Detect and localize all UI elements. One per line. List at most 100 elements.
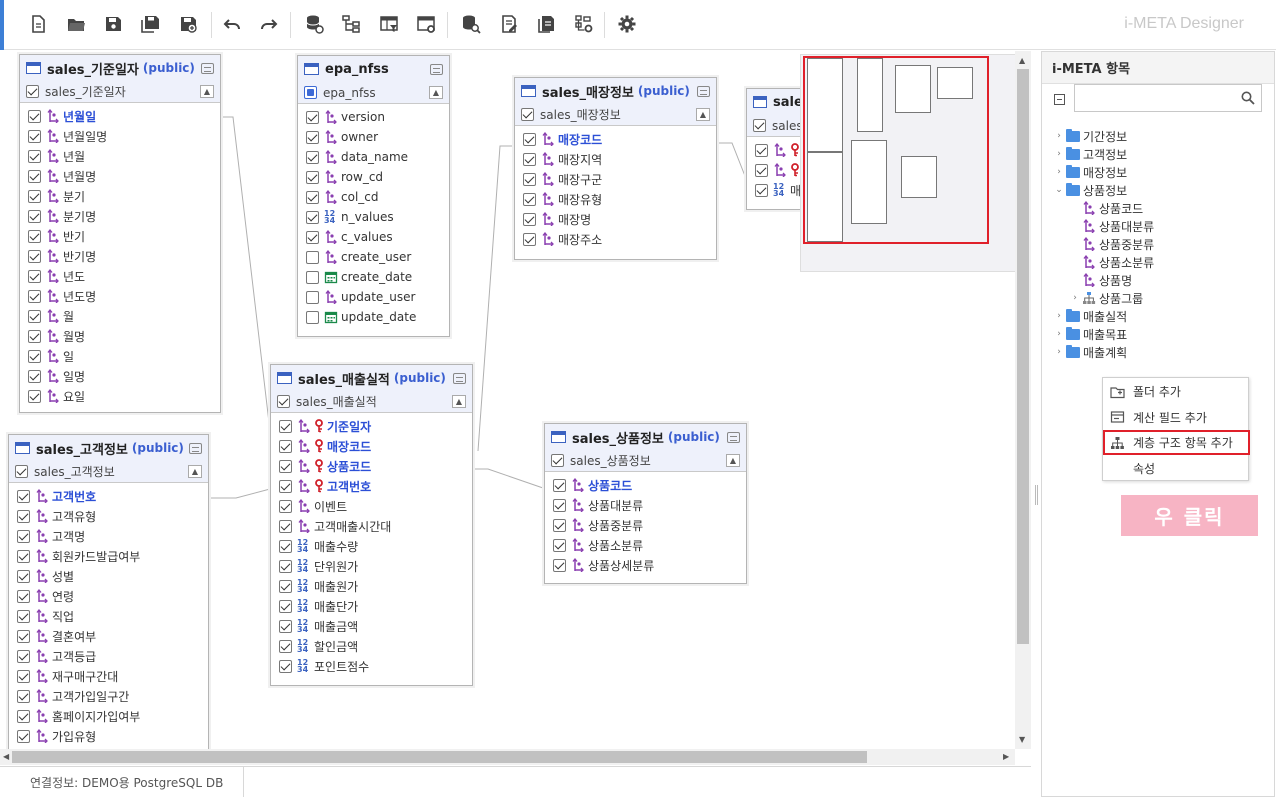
scroll-up-arrow[interactable]: ▲: [1019, 56, 1025, 65]
field-checkbox[interactable]: [523, 212, 536, 226]
model-canvas[interactable]: sales_기준일자 (public) sales_기준일자 ▲ 년월일 년월일명 년…: [0, 51, 1031, 765]
collapse-table-button[interactable]: ▲: [452, 395, 466, 408]
field-row[interactable]: 12 34 매출금액: [271, 616, 472, 636]
undo-button[interactable]: [220, 12, 244, 36]
field-checkbox[interactable]: [306, 190, 319, 204]
table-header[interactable]: sales_매출실적 (public): [271, 365, 472, 391]
field-checkbox[interactable]: [28, 309, 41, 323]
chevron-down-icon[interactable]: ⌄: [1054, 185, 1064, 195]
field-checkbox[interactable]: [28, 149, 41, 163]
table-header[interactable]: epa_nfss: [298, 56, 449, 82]
collapse-table-button[interactable]: ▲: [726, 454, 740, 467]
table-sales-product[interactable]: sales_상품정보 (public) sales_상품정보 ▲ 상품코드 상품대분…: [544, 423, 747, 584]
chevron-right-icon[interactable]: ›: [1054, 149, 1064, 159]
tree-item[interactable]: 상품중분류: [1070, 235, 1154, 253]
table-header[interactable]: sales_상품정보 (public): [545, 424, 746, 450]
tree-folder[interactable]: › 매출실적: [1054, 307, 1127, 325]
table-sales-date[interactable]: sales_기준일자 (public) sales_기준일자 ▲ 년월일 년월일명 년…: [19, 54, 221, 413]
chevron-right-icon[interactable]: ›: [1054, 329, 1064, 339]
field-row[interactable]: 고객유형: [9, 506, 208, 526]
field-checkbox[interactable]: [553, 558, 566, 572]
field-row[interactable]: 12 34 매출수량: [271, 536, 472, 556]
field-row[interactable]: data_name: [298, 147, 449, 167]
tree-settings-button[interactable]: [572, 12, 596, 36]
field-row[interactable]: 매장유형: [515, 189, 716, 209]
field-checkbox[interactable]: [553, 518, 566, 532]
collapse-table-button[interactable]: ▲: [188, 465, 202, 478]
field-checkbox[interactable]: [17, 609, 30, 623]
vertical-scroll-thumb[interactable]: [1017, 69, 1029, 644]
field-row[interactable]: 고객번호: [271, 476, 472, 496]
field-checkbox[interactable]: [17, 509, 30, 523]
field-row[interactable]: 매장명: [515, 209, 716, 229]
table-select-checkbox[interactable]: [304, 86, 317, 99]
field-row[interactable]: 년월일: [20, 106, 220, 126]
field-row[interactable]: 홈페이지가입여부: [9, 706, 208, 726]
field-row[interactable]: 년도: [20, 266, 220, 286]
field-row[interactable]: 상품대분류: [545, 495, 746, 515]
field-row[interactable]: 일: [20, 346, 220, 366]
field-checkbox[interactable]: [17, 689, 30, 703]
chevron-right-icon[interactable]: ›: [1054, 131, 1064, 141]
table-menu-icon[interactable]: [201, 62, 214, 74]
scroll-right-arrow[interactable]: ▶: [1003, 752, 1009, 761]
table-settings-button[interactable]: [414, 12, 438, 36]
field-row[interactable]: 12 34 매출원가: [271, 576, 472, 596]
scroll-left-arrow[interactable]: ◀: [3, 752, 9, 761]
field-row[interactable]: 매장구군: [515, 169, 716, 189]
field-row[interactable]: 년월명: [20, 166, 220, 186]
field-row[interactable]: 년월: [20, 146, 220, 166]
chevron-right-icon[interactable]: ›: [1054, 347, 1064, 357]
field-row[interactable]: 고객번호: [9, 486, 208, 506]
context-menu-item[interactable]: 폴더 추가: [1103, 379, 1250, 404]
field-row[interactable]: 성별: [9, 566, 208, 586]
field-row[interactable]: update_user: [298, 287, 449, 307]
context-menu-item[interactable]: 속성: [1103, 456, 1250, 481]
field-checkbox[interactable]: [28, 329, 41, 343]
field-row[interactable]: 12 34 단위원가: [271, 556, 472, 576]
field-row[interactable]: 상품상세분류: [545, 555, 746, 575]
field-checkbox[interactable]: [755, 143, 768, 157]
table-header[interactable]: sales_매장정보 (public): [515, 78, 716, 104]
search-icon[interactable]: [1241, 91, 1255, 105]
splitter-grip[interactable]: [1035, 485, 1038, 505]
field-row[interactable]: 월: [20, 306, 220, 326]
field-row[interactable]: 회원카드발급여부: [9, 546, 208, 566]
layout-preview-panel[interactable]: [800, 54, 1016, 272]
field-row[interactable]: 12 34 n_values: [298, 207, 449, 227]
field-checkbox[interactable]: [279, 539, 292, 553]
field-checkbox[interactable]: [28, 109, 41, 123]
table-select-checkbox[interactable]: [753, 119, 766, 132]
field-checkbox[interactable]: [306, 290, 319, 304]
field-checkbox[interactable]: [17, 669, 30, 683]
settings-button[interactable]: [615, 12, 639, 36]
field-row[interactable]: 가입유형: [9, 726, 208, 746]
field-row[interactable]: 고객명: [9, 526, 208, 546]
field-checkbox[interactable]: [17, 589, 30, 603]
field-row[interactable]: 일명: [20, 366, 220, 386]
field-row[interactable]: 상품중분류: [545, 515, 746, 535]
document-edit-button[interactable]: [497, 12, 521, 36]
collapse-table-button[interactable]: ▲: [200, 85, 214, 98]
chevron-right-icon[interactable]: ›: [1070, 293, 1080, 303]
field-checkbox[interactable]: [17, 709, 30, 723]
table-menu-icon[interactable]: [189, 442, 202, 454]
field-row[interactable]: 분기명: [20, 206, 220, 226]
field-checkbox[interactable]: [17, 729, 30, 743]
field-row[interactable]: 매장주소: [515, 229, 716, 249]
field-row[interactable]: 상품소분류: [545, 535, 746, 555]
field-row[interactable]: 연령: [9, 586, 208, 606]
field-checkbox[interactable]: [279, 479, 292, 493]
field-checkbox[interactable]: [523, 232, 536, 246]
field-checkbox[interactable]: [306, 250, 319, 264]
field-row[interactable]: col_cd: [298, 187, 449, 207]
chevron-right-icon[interactable]: ›: [1054, 311, 1064, 321]
table-select-checkbox[interactable]: [277, 395, 290, 408]
panel-search-box[interactable]: [1074, 84, 1262, 112]
collapse-table-button[interactable]: ▲: [429, 86, 443, 99]
save-button[interactable]: [101, 12, 125, 36]
field-row[interactable]: 매장코드: [271, 436, 472, 456]
field-checkbox[interactable]: [755, 183, 768, 197]
table-header[interactable]: sales_기준일자 (public): [20, 55, 220, 81]
field-checkbox[interactable]: [17, 549, 30, 563]
